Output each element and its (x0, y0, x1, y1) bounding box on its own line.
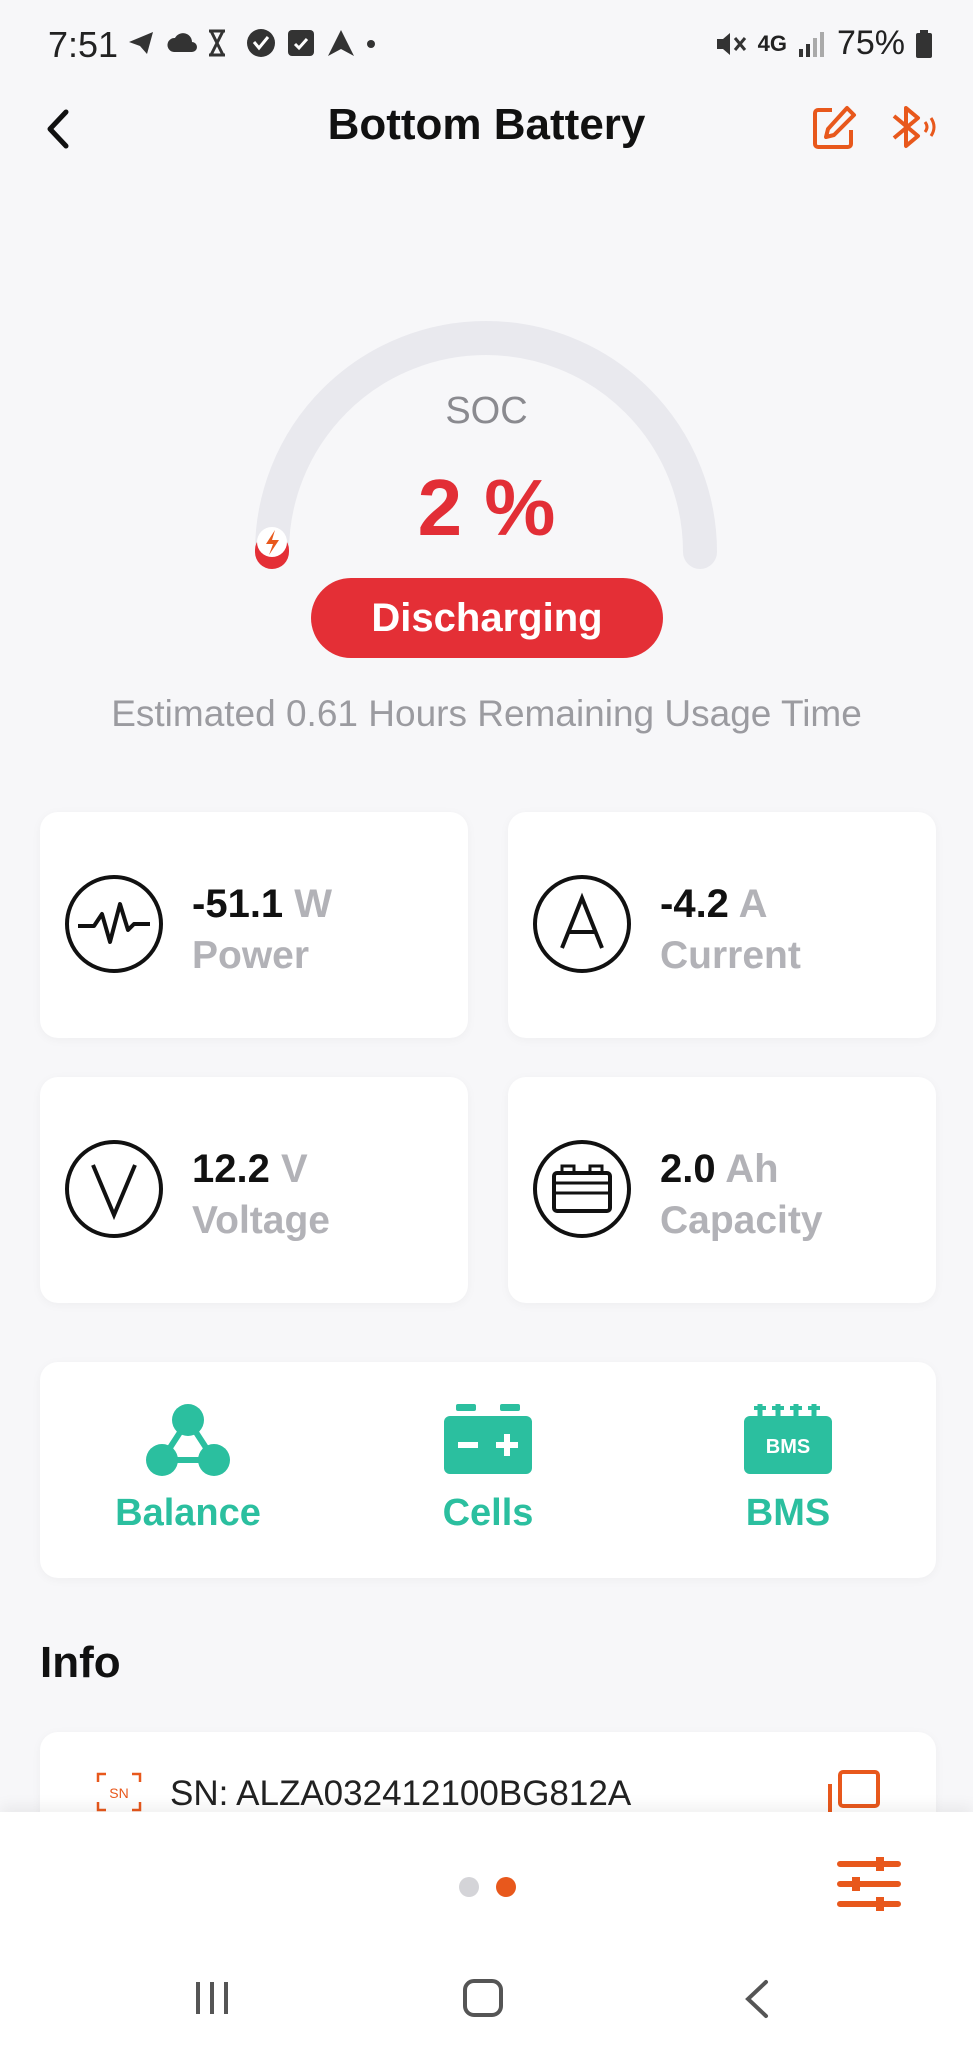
telegram-icon (126, 28, 156, 58)
notification-icons (126, 28, 376, 58)
serial-number-icon: SN (96, 1772, 142, 1812)
voltage-value: 12.2 V (192, 1147, 308, 1191)
arrow-app-icon (326, 28, 356, 58)
call-filter-icon (286, 28, 316, 58)
voltage-label: Voltage (192, 1199, 330, 1242)
vpn-check-icon (246, 28, 276, 58)
network-type: 4G (757, 30, 787, 56)
battery-icon (916, 29, 932, 58)
system-back-button[interactable] (740, 1978, 772, 2020)
cells-label: Cells (442, 1492, 534, 1534)
charge-state-badge: Discharging (311, 578, 663, 658)
back-chevron-icon (745, 1980, 768, 2018)
copy-button[interactable] (826, 1770, 882, 1816)
signal-icon (798, 31, 824, 57)
capacity-card: 2.0 Ah Capacity (508, 1077, 936, 1303)
home-icon (463, 1979, 503, 2017)
power-card: -51.1 W Power (40, 812, 468, 1038)
pulse-icon (65, 875, 163, 973)
capacity-label: Capacity (660, 1199, 823, 1242)
soc-value: 2 % (417, 463, 556, 552)
current-label: Current (660, 934, 801, 977)
capacity-unit: Ah (725, 1147, 779, 1191)
status-right: 4G 75% (714, 24, 933, 63)
status-bar: 7:51 4G 75% (0, 0, 973, 90)
volt-icon (65, 1140, 163, 1238)
home-button[interactable] (462, 1978, 504, 2018)
bms-icon: BMS (744, 1404, 832, 1474)
copy-icon (828, 1770, 880, 1816)
bluetooth-icon (892, 106, 936, 148)
page-indicator-2[interactable] (496, 1877, 516, 1897)
soc-label: SOC (445, 390, 528, 432)
sn-icon-text: SN (109, 1785, 128, 1801)
recents-button[interactable] (192, 1980, 232, 2016)
current-value: -4.2 A (660, 882, 768, 926)
edit-icon (813, 106, 856, 149)
bottom-bar (0, 1812, 973, 1942)
bluetooth-button[interactable] (884, 102, 940, 152)
status-time: 7:51 (48, 24, 119, 65)
serial-number: SN: ALZA032412100BG812A (170, 1774, 632, 1813)
battery-percent: 75% (836, 24, 905, 62)
edit-button[interactable] (810, 104, 858, 152)
dot-icon (366, 28, 376, 58)
cloud-icon (166, 28, 197, 58)
app-header: Bottom Battery (0, 90, 973, 170)
bms-button[interactable]: BMS BMS (688, 1402, 888, 1552)
mute-icon (716, 32, 746, 55)
power-label: Power (192, 934, 310, 977)
battery-capacity-icon (533, 1140, 631, 1238)
info-section-title: Info (40, 1638, 121, 1687)
settings-button[interactable] (836, 1854, 902, 1914)
cells-icon (444, 1404, 532, 1474)
voltage-card: 12.2 V Voltage (40, 1077, 468, 1303)
balance-icon (146, 1404, 230, 1476)
power-unit: W (294, 882, 333, 926)
system-nav-bar (0, 1942, 973, 2054)
page-indicator-1[interactable] (459, 1877, 479, 1897)
capacity-value: 2.0 Ah (660, 1147, 779, 1191)
current-unit: A (738, 882, 768, 926)
bms-icon-text: BMS (766, 1436, 810, 1458)
remaining-time-estimate: Estimated 0.61 Hours Remaining Usage Tim… (111, 693, 862, 734)
bms-label: BMS (745, 1492, 831, 1534)
actions-card: Balance Cells BMS BMS (40, 1362, 936, 1578)
cells-button[interactable]: Cells (388, 1402, 588, 1552)
power-value: -51.1 W (192, 882, 333, 926)
current-card: -4.2 A Current (508, 812, 936, 1038)
balance-button[interactable]: Balance (88, 1402, 288, 1552)
ampere-icon (533, 875, 631, 973)
hourglass-icon (206, 28, 236, 58)
recents-icon (196, 1982, 228, 2014)
balance-label: Balance (115, 1492, 261, 1534)
sliders-icon (837, 1857, 901, 1911)
voltage-unit: V (280, 1147, 308, 1191)
